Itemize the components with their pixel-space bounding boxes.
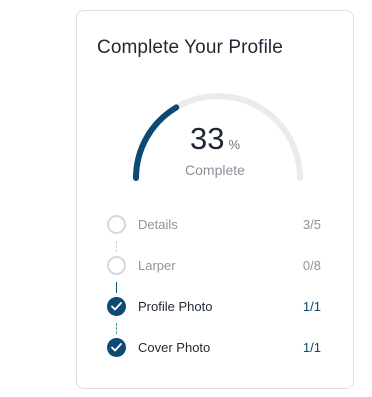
steps-list: Details 3/5 Larper 0/8 Profile Photo 1/1… <box>107 214 323 374</box>
profile-completion-card: Complete Your Profile 33% Complete Detai… <box>76 10 354 389</box>
step-count: 3/5 <box>302 217 321 232</box>
step-name: Larper <box>138 258 176 273</box>
progress-value: 33 <box>189 121 225 156</box>
step-count: 0/8 <box>302 258 321 273</box>
check-circle-icon <box>107 297 126 316</box>
step-connector <box>116 282 118 293</box>
step-connector <box>116 323 118 334</box>
step-count: 1/1 <box>302 299 321 314</box>
step-name: Details <box>138 217 178 232</box>
step-connector <box>116 241 118 252</box>
empty-circle-icon <box>107 215 126 234</box>
progress-readout: 33% <box>77 121 353 157</box>
card-title: Complete Your Profile <box>97 37 283 58</box>
step-profile-photo[interactable]: Profile Photo 1/1 <box>107 296 323 316</box>
step-cover-photo[interactable]: Cover Photo 1/1 <box>107 337 323 357</box>
progress-label: Complete <box>185 162 245 178</box>
empty-circle-icon <box>107 256 126 275</box>
progress-unit: % <box>228 137 241 152</box>
step-details[interactable]: Details 3/5 <box>107 214 323 234</box>
step-name: Cover Photo <box>138 340 211 355</box>
step-name: Profile Photo <box>138 299 213 314</box>
check-circle-icon <box>107 338 126 357</box>
step-larper[interactable]: Larper 0/8 <box>107 255 323 275</box>
step-count: 1/1 <box>302 340 321 355</box>
